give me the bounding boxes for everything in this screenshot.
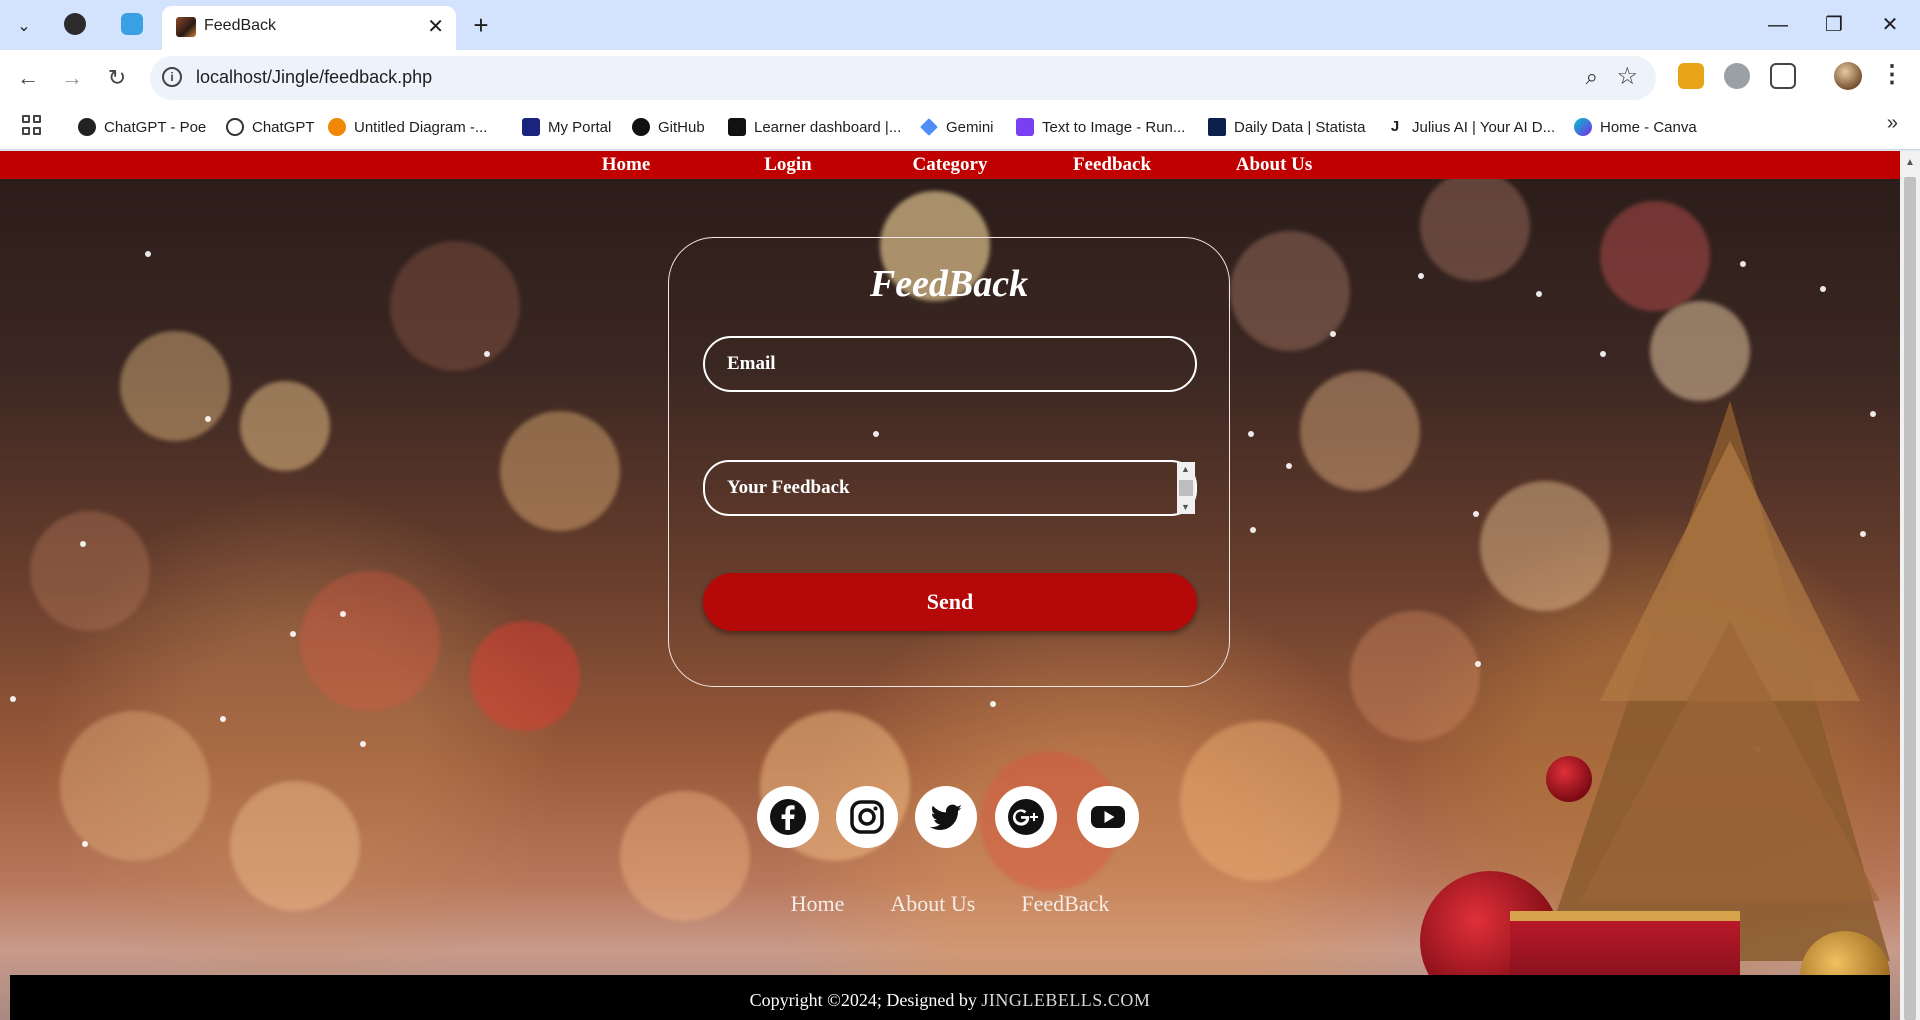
instagram-icon[interactable]: [836, 786, 898, 848]
bookmark-chatgpt[interactable]: ChatGPT: [226, 115, 315, 139]
back-arrow-icon[interactable]: ←: [12, 62, 44, 94]
footer-links: Home About Us FeedBack: [0, 891, 1900, 917]
copyright-bar: Copyright ©2024; Designed by JINGLEBELLS…: [10, 975, 1890, 1020]
tab-search-button[interactable]: ⌄: [8, 10, 40, 42]
scroll-down-arrow-icon[interactable]: ▼: [1181, 502, 1190, 512]
active-tab[interactable]: FeedBack ✕: [162, 6, 456, 50]
bookmark-star-icon[interactable]: ☆: [1616, 62, 1638, 91]
tab-strip: ⌄ FeedBack ✕ + — ❐ ✕: [0, 0, 1920, 50]
more-bookmarks-icon[interactable]: »: [1887, 112, 1898, 135]
nav-feedback-link[interactable]: Feedback: [1031, 151, 1193, 179]
page-scroll-thumb[interactable]: [1904, 177, 1916, 1020]
google-plus-icon[interactable]: [995, 786, 1057, 848]
url-text[interactable]: localhost/Jingle/feedback.php: [196, 67, 432, 88]
copyright-text: Copyright ©2024; Designed by: [749, 990, 977, 1010]
close-window-button[interactable]: ✕: [1870, 10, 1910, 40]
extensions-puzzle-icon[interactable]: [1770, 63, 1796, 89]
bookmark-chatgpt-poe[interactable]: ChatGPT - Poe: [78, 115, 206, 139]
footer-home-link[interactable]: Home: [791, 891, 845, 917]
footer-about-link[interactable]: About Us: [890, 891, 975, 917]
menu-kebab-icon[interactable]: ⋮: [1880, 60, 1904, 89]
page-viewport: Home Login Category Feedback About Us Fe…: [0, 151, 1900, 1020]
tab-title: FeedBack: [204, 17, 277, 34]
footer-feedback-link[interactable]: FeedBack: [1021, 891, 1109, 917]
nav-category-link[interactable]: Category: [869, 151, 1031, 179]
bookmark-home-canva[interactable]: Home - Canva: [1574, 115, 1697, 139]
reload-icon[interactable]: ↻: [101, 62, 133, 94]
extension-privacy-icon[interactable]: [1724, 63, 1750, 89]
address-bar[interactable]: i localhost/Jingle/feedback.php ⌕ ☆: [150, 56, 1656, 100]
send-button[interactable]: Send: [703, 573, 1197, 631]
forward-arrow-icon[interactable]: →: [56, 62, 88, 94]
apps-grid-icon[interactable]: [22, 115, 42, 135]
copyright-brand: JINGLEBELLS.COM: [981, 990, 1151, 1010]
bookmark-text-to-image[interactable]: Text to Image - Run...: [1016, 115, 1185, 139]
email-field[interactable]: [703, 336, 1197, 392]
feedback-textarea[interactable]: [703, 460, 1197, 516]
bookmark-julius-ai[interactable]: J Julius AI | Your AI D...: [1386, 115, 1555, 139]
extension-shield-icon[interactable]: [1678, 63, 1704, 89]
small-ornament-image: [1546, 756, 1592, 802]
site-navbar: Home Login Category Feedback About Us: [0, 151, 1900, 179]
scroll-thumb[interactable]: [1179, 480, 1193, 496]
pinned-tab-1[interactable]: [64, 13, 86, 35]
browser-toolbar: ← → ↻ i localhost/Jingle/feedback.php ⌕ …: [0, 50, 1920, 105]
feedback-scrollbar[interactable]: ▲ ▼: [1177, 462, 1195, 514]
feedback-form-card: FeedBack ▲ ▼ Send: [668, 237, 1230, 687]
form-title: FeedBack: [869, 263, 1029, 305]
bookmark-daily-data[interactable]: Daily Data | Statista: [1208, 115, 1365, 139]
bookmark-untitled-diagram[interactable]: Untitled Diagram -...: [328, 115, 487, 139]
zoom-icon[interactable]: ⌕: [1586, 64, 1598, 90]
nav-about-link[interactable]: About Us: [1193, 151, 1355, 179]
bookmark-gemini[interactable]: Gemini: [920, 115, 994, 139]
tab-favicon: [176, 17, 196, 37]
facebook-icon[interactable]: [757, 786, 819, 848]
nav-home-link[interactable]: Home: [545, 151, 707, 179]
page-scroll-up-icon[interactable]: ▲: [1905, 157, 1915, 168]
nav-login-link[interactable]: Login: [707, 151, 869, 179]
restore-button[interactable]: ❐: [1814, 10, 1854, 40]
minimize-button[interactable]: —: [1758, 10, 1798, 40]
youtube-icon[interactable]: [1077, 786, 1139, 848]
bookmark-github[interactable]: GitHub: [632, 115, 705, 139]
site-info-icon[interactable]: i: [162, 67, 182, 87]
bookmark-my-portal[interactable]: My Portal: [522, 115, 611, 139]
new-tab-button[interactable]: +: [466, 10, 496, 40]
twitter-icon[interactable]: [915, 786, 977, 848]
tab-close-icon[interactable]: ✕: [427, 14, 444, 39]
scroll-up-arrow-icon[interactable]: ▲: [1181, 464, 1190, 474]
profile-avatar[interactable]: [1834, 62, 1862, 90]
bookmark-learner-dashboard[interactable]: Learner dashboard |...: [728, 115, 901, 139]
page-scrollbar[interactable]: ▲: [1900, 151, 1920, 1020]
pinned-tab-2[interactable]: [121, 13, 143, 35]
